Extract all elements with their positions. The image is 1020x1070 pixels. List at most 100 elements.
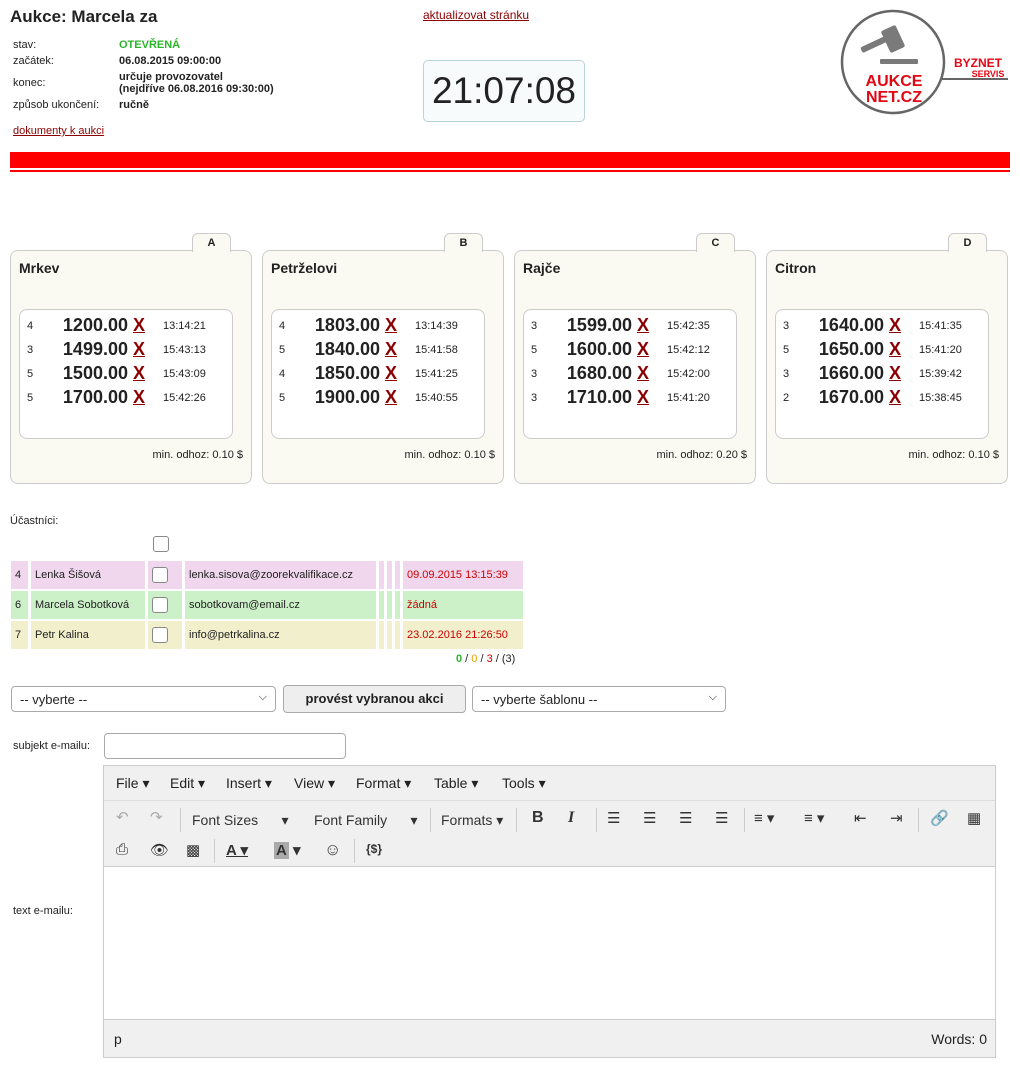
bid-row: 31599.00X15:42:35 xyxy=(524,314,736,338)
participant-id: 6 xyxy=(11,591,31,621)
bid-time: 15:39:42 xyxy=(919,368,962,380)
lot-card-b: B Petrželovi 41803.00X13:14:39 51840.00X… xyxy=(262,250,504,484)
align-left-icon[interactable]: ☰ xyxy=(607,809,620,827)
template-select[interactable]: -- vyberte šablonu --⌵ xyxy=(472,686,726,712)
subject-input[interactable] xyxy=(104,733,346,759)
bid-amount: 1840.00 xyxy=(302,339,380,360)
bid-time: 15:41:25 xyxy=(415,368,458,380)
delete-bid-button[interactable]: X xyxy=(889,339,901,360)
emoticon-icon[interactable]: ☺ xyxy=(324,840,341,860)
indent-icon[interactable]: ⇥ xyxy=(890,809,903,827)
bid-row: 31660.00X15:39:42 xyxy=(776,362,988,386)
image-icon[interactable]: ▦ xyxy=(967,809,981,827)
email-text-area[interactable] xyxy=(104,866,995,1020)
italic-icon[interactable]: I xyxy=(568,809,574,827)
editor-menubar: File ▾ Edit ▾ Insert ▾ View ▾ Format ▾ T… xyxy=(104,766,995,801)
delete-bid-button[interactable]: X xyxy=(133,363,145,384)
menu-insert[interactable]: Insert ▾ xyxy=(226,775,272,792)
align-justify-icon[interactable]: ☰ xyxy=(715,809,728,827)
delete-bid-button[interactable]: X xyxy=(889,315,901,336)
menu-format[interactable]: Format ▾ xyxy=(356,775,411,792)
delete-bid-button[interactable]: X xyxy=(637,315,649,336)
participant-row: 4 Lenka Šišová lenka.sisova@zoorekvalifi… xyxy=(11,561,526,591)
lot-tab[interactable]: D xyxy=(948,233,987,252)
preview-icon[interactable]: 👁 xyxy=(150,841,169,859)
select-all-checkbox[interactable] xyxy=(153,536,169,552)
bid-amount: 1600.00 xyxy=(554,339,632,360)
delete-bid-button[interactable]: X xyxy=(889,363,901,384)
info-label: konec: xyxy=(10,69,116,97)
menu-view[interactable]: View ▾ xyxy=(294,775,335,792)
menu-table[interactable]: Table ▾ xyxy=(434,775,478,792)
delete-bid-button[interactable]: X xyxy=(133,387,145,408)
bullet-list-icon[interactable]: ≡ ▾ xyxy=(754,809,774,827)
auction-info: stav: OTEVŘENÁ začátek: 06.08.2015 09:00… xyxy=(10,37,277,113)
bid-time: 13:14:39 xyxy=(415,320,458,332)
subject-label: subjekt e-mailu: xyxy=(13,740,90,752)
bid-amount: 1700.00 xyxy=(50,387,128,408)
delete-bid-button[interactable]: X xyxy=(385,363,397,384)
align-center-icon[interactable]: ☰ xyxy=(643,809,656,827)
formats-select[interactable]: Formats ▾ xyxy=(441,812,503,829)
template-variable-icon[interactable]: {$} xyxy=(366,842,382,856)
outdent-icon[interactable]: ⇤ xyxy=(854,809,867,827)
participant-row: 6 Marcela Sobotková sobotkovam@email.cz … xyxy=(11,591,526,621)
bid-row: 51650.00X15:41:20 xyxy=(776,338,988,362)
link-icon[interactable]: 🔗 xyxy=(930,809,949,827)
lot-title: Petrželovi xyxy=(271,260,337,276)
end-method-value: ručně xyxy=(116,97,277,113)
bid-amount: 1670.00 xyxy=(806,387,884,408)
lot-tab[interactable]: C xyxy=(696,233,735,252)
delete-bid-button[interactable]: X xyxy=(133,339,145,360)
menu-tools[interactable]: Tools ▾ xyxy=(502,775,546,792)
lot-card-c: C Rajče 31599.00X15:42:35 51600.00X15:42… xyxy=(514,250,756,484)
numbered-list-icon[interactable]: ≡ ▾ xyxy=(804,809,824,827)
participant-id: 4 xyxy=(11,561,31,591)
bid-time: 15:42:12 xyxy=(667,344,710,356)
bid-list: 31599.00X15:42:35 51600.00X15:42:12 3168… xyxy=(523,309,737,439)
redo-icon[interactable]: ↷ xyxy=(150,808,163,826)
bid-amount: 1500.00 xyxy=(50,363,128,384)
bid-amount: 1650.00 xyxy=(806,339,884,360)
lot-tab[interactable]: B xyxy=(444,233,483,252)
bid-row: 31499.00X15:43:13 xyxy=(20,338,232,362)
svg-text:NET.CZ: NET.CZ xyxy=(866,89,922,106)
delete-bid-button[interactable]: X xyxy=(133,315,145,336)
lot-tab[interactable]: A xyxy=(192,233,231,252)
delete-bid-button[interactable]: X xyxy=(637,363,649,384)
delete-bid-button[interactable]: X xyxy=(889,387,901,408)
participant-date: 09.09.2015 13:15:39 xyxy=(403,561,526,591)
bold-icon[interactable]: B xyxy=(532,809,544,827)
media-icon[interactable]: ▩ xyxy=(186,841,200,859)
delete-bid-button[interactable]: X xyxy=(385,387,397,408)
svg-text:BYZNET: BYZNET xyxy=(954,56,1003,70)
end-value: určuje provozovatel(nejdříve 06.08.2016 … xyxy=(116,69,277,97)
undo-icon[interactable]: ↶ xyxy=(116,808,129,826)
participant-checkbox[interactable] xyxy=(152,627,168,643)
menu-edit[interactable]: Edit ▾ xyxy=(170,775,205,792)
participant-checkbox[interactable] xyxy=(152,567,168,583)
font-sizes-select[interactable]: Font Sizes ▾ xyxy=(192,812,289,829)
delete-bid-button[interactable]: X xyxy=(637,339,649,360)
delete-bid-button[interactable]: X xyxy=(385,339,397,360)
text-color-icon[interactable]: A ▾ xyxy=(226,841,248,859)
font-family-select[interactable]: Font Family ▾ xyxy=(314,812,418,829)
bid-row: 31710.00X15:41:20 xyxy=(524,386,736,410)
delete-bid-button[interactable]: X xyxy=(637,387,649,408)
menu-file[interactable]: File ▾ xyxy=(116,775,149,792)
red-bar xyxy=(10,152,1010,168)
delete-bid-button[interactable]: X xyxy=(385,315,397,336)
participant-counts: 0 / 0 / 3 / (3) xyxy=(456,653,515,665)
svg-text:SERVIS: SERVIS xyxy=(972,69,1005,79)
participant-checkbox[interactable] xyxy=(152,597,168,613)
action-select[interactable]: -- vyberte --⌵ xyxy=(11,686,276,712)
bid-row: 21670.00X15:38:45 xyxy=(776,386,988,410)
bid-row: 51600.00X15:42:12 xyxy=(524,338,736,362)
print-icon[interactable]: ⎙ xyxy=(116,841,128,858)
align-right-icon[interactable]: ☰ xyxy=(679,809,692,827)
refresh-link[interactable]: aktualizovat stránku xyxy=(423,8,529,22)
chevron-down-icon: ⌵ xyxy=(259,691,267,704)
documents-link[interactable]: dokumenty k aukci xyxy=(13,125,104,137)
background-color-icon[interactable]: A ▾ xyxy=(274,841,301,859)
execute-action-button[interactable]: provést vybranou akci xyxy=(283,685,466,713)
